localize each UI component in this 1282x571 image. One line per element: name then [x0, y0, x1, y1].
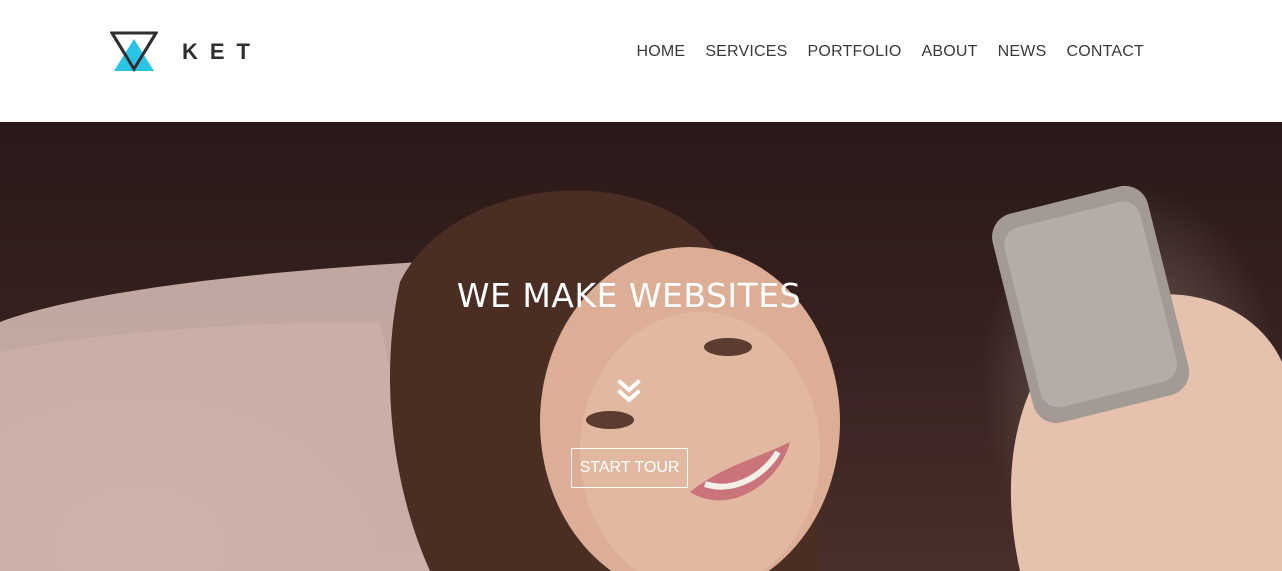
start-tour-button[interactable]: START TOUR — [571, 448, 688, 488]
main-nav: HOME SERVICES PORTFOLIO ABOUT NEWS CONTA… — [637, 41, 1145, 63]
nav-item-home[interactable]: HOME — [637, 43, 686, 61]
hero-section: WE MAKE WEBSITES START TOUR — [0, 122, 1282, 571]
nav-item-services[interactable]: SERVICES — [705, 43, 787, 61]
hero-background-image — [0, 122, 1282, 571]
nav-item-news[interactable]: NEWS — [998, 43, 1047, 61]
hero-title: WE MAKE WEBSITES — [456, 276, 802, 315]
double-chevron-down-icon[interactable] — [617, 379, 641, 405]
brand-name: KET — [182, 39, 262, 64]
nav-item-about[interactable]: ABOUT — [922, 43, 978, 61]
site-header: KET HOME SERVICES PORTFOLIO ABOUT NEWS C… — [0, 0, 1282, 122]
nav-item-contact[interactable]: CONTACT — [1066, 43, 1144, 61]
nav-item-portfolio[interactable]: PORTFOLIO — [808, 43, 902, 61]
logo[interactable]: KET — [110, 31, 262, 73]
triangle-logo-icon — [110, 31, 158, 72]
